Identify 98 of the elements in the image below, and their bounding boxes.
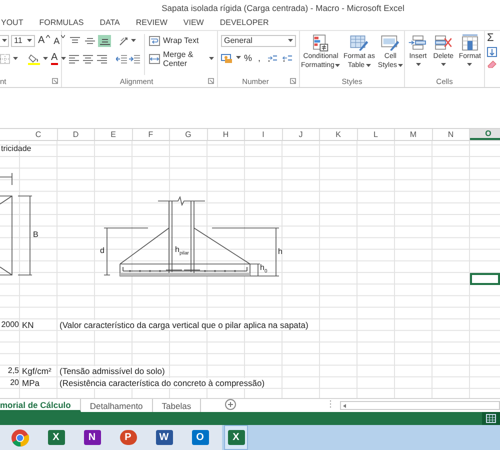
add-sheet-icon[interactable] bbox=[225, 399, 236, 410]
taskbar-button[interactable]: O bbox=[188, 425, 212, 450]
ribbon-tab[interactable]: REVIEW bbox=[134, 15, 168, 30]
browser-icon bbox=[11, 428, 29, 446]
unit-cell: Kgf/cm² bbox=[20, 366, 54, 376]
caret-icon bbox=[416, 62, 420, 66]
merge-cells-icon bbox=[149, 54, 160, 64]
column-header[interactable]: L bbox=[358, 129, 395, 140]
dialog-launcher-icon[interactable] bbox=[290, 78, 296, 84]
column-header[interactable]: F bbox=[132, 129, 170, 140]
scroll-left-icon[interactable] bbox=[341, 402, 349, 410]
fill-down-icon[interactable] bbox=[487, 47, 497, 57]
taskbar-button[interactable]: W bbox=[152, 425, 176, 450]
normal-view-button[interactable] bbox=[482, 412, 500, 425]
font-size-dropdown[interactable]: 11 bbox=[11, 34, 35, 46]
dimension-label: h bbox=[278, 247, 282, 256]
caret-icon bbox=[335, 64, 340, 66]
autosum-button[interactable]: Σ bbox=[487, 33, 500, 44]
value-cell: 2000 bbox=[0, 320, 20, 330]
ribbon-tab[interactable]: DEVELOPER bbox=[218, 15, 270, 30]
shrink-font-button[interactable]: A bbox=[52, 34, 66, 46]
increase-indent-icon[interactable] bbox=[129, 54, 140, 64]
down-caret-icon bbox=[60, 34, 65, 38]
column-header[interactable]: G bbox=[170, 129, 208, 140]
column-header[interactable]: M bbox=[395, 129, 432, 140]
column-header[interactable]: E bbox=[95, 129, 132, 140]
percent-button[interactable]: % bbox=[244, 52, 252, 62]
ribbon-tab[interactable]: FORMULAS bbox=[38, 15, 85, 30]
number-format-dropdown[interactable]: General bbox=[221, 34, 296, 46]
taskbar-button[interactable]: X bbox=[44, 425, 68, 450]
horizontal-scrollbar[interactable] bbox=[340, 401, 500, 410]
caret-icon bbox=[27, 39, 32, 42]
grid-icon bbox=[486, 414, 496, 423]
dialog-launcher-icon[interactable] bbox=[52, 78, 58, 84]
taskbar-button[interactable]: P bbox=[116, 425, 140, 450]
caret-icon[interactable] bbox=[13, 57, 18, 60]
caret-icon[interactable] bbox=[131, 39, 136, 42]
dimension-label: d bbox=[100, 246, 104, 255]
column-header[interactable]: I bbox=[245, 129, 282, 140]
grow-font-button[interactable]: A bbox=[37, 34, 51, 46]
caret-icon[interactable] bbox=[60, 57, 66, 60]
font-color-button[interactable]: A bbox=[51, 52, 58, 64]
insert-rows-icon bbox=[408, 34, 428, 52]
taskbar-button[interactable]: X bbox=[224, 425, 248, 450]
description-cell: (Resistência característica do concreto à compressão) bbox=[58, 378, 267, 388]
font-name-dropdown[interactable] bbox=[0, 34, 9, 46]
selected-cell[interactable] bbox=[470, 272, 500, 285]
comma-button[interactable]: , bbox=[255, 52, 264, 62]
window-title: Sapata isolada rígida (Carga centrada) - Macro - Microsoft Excel bbox=[162, 2, 404, 12]
caret-icon bbox=[288, 39, 293, 42]
caret-icon[interactable] bbox=[43, 57, 48, 60]
up-caret-icon bbox=[46, 34, 50, 38]
caret-icon bbox=[398, 64, 403, 66]
unit-cell: MPa bbox=[20, 378, 42, 388]
dimension-label: h$_{pilar}$ bbox=[175, 245, 189, 259]
caret-icon bbox=[366, 64, 371, 66]
ribbon-tab[interactable]: YOUT bbox=[0, 15, 24, 30]
text-orientation-icon[interactable] bbox=[119, 36, 129, 46]
column-header[interactable]: O bbox=[470, 129, 500, 140]
accounting-icon[interactable] bbox=[221, 52, 233, 62]
caret-icon bbox=[467, 62, 472, 66]
table-brush-icon bbox=[349, 34, 370, 52]
caret-icon bbox=[440, 62, 446, 66]
sheet-heading: tricidade bbox=[0, 144, 32, 154]
column-header[interactable]: K bbox=[320, 129, 358, 140]
increase-decimal-icon[interactable] bbox=[266, 52, 279, 62]
ribbon-tab[interactable]: VIEW bbox=[182, 15, 205, 30]
dialog-launcher-icon[interactable] bbox=[208, 78, 214, 84]
column-header[interactable]: D bbox=[58, 129, 95, 140]
fill-color-icon[interactable] bbox=[28, 52, 40, 64]
format-cells-icon bbox=[460, 34, 480, 52]
ribbon-tab[interactable]: DATA bbox=[98, 15, 121, 30]
eraser-icon[interactable] bbox=[487, 60, 497, 68]
dimension-label: h$_{0}$ bbox=[260, 263, 268, 277]
caret-icon[interactable] bbox=[236, 56, 241, 59]
description-cell: (Valor característico da carga vertical que o pilar aplica na sapata) bbox=[58, 320, 310, 330]
wrap-text-icon bbox=[149, 36, 160, 46]
description-cell: (Tensão admissível do solo) bbox=[58, 366, 167, 376]
align-right-icon[interactable] bbox=[96, 54, 108, 64]
caret-icon bbox=[209, 57, 214, 60]
color-bars-icon bbox=[310, 34, 331, 52]
value-cell: 20 bbox=[9, 378, 20, 388]
merge-center-button[interactable]: Merge & Center bbox=[149, 50, 214, 68]
dimension-label: B bbox=[33, 230, 38, 239]
decrease-decimal-icon[interactable] bbox=[282, 52, 294, 62]
column-header[interactable]: H bbox=[208, 129, 245, 140]
value-cell: 2,5 bbox=[6, 366, 20, 376]
align-center-icon[interactable] bbox=[82, 54, 94, 64]
align-left-icon[interactable] bbox=[68, 54, 80, 64]
caret-icon bbox=[2, 39, 7, 42]
decrease-indent-icon[interactable] bbox=[116, 54, 127, 64]
column-header[interactable]: C bbox=[20, 129, 58, 140]
unit-cell: KN bbox=[20, 320, 36, 330]
wrap-text-button[interactable]: Wrap Text bbox=[149, 36, 199, 46]
column-header[interactable]: J bbox=[282, 129, 320, 140]
taskbar-button[interactable]: N bbox=[80, 425, 104, 450]
cell-brush-icon bbox=[380, 34, 400, 52]
delete-rows-icon bbox=[433, 34, 454, 52]
